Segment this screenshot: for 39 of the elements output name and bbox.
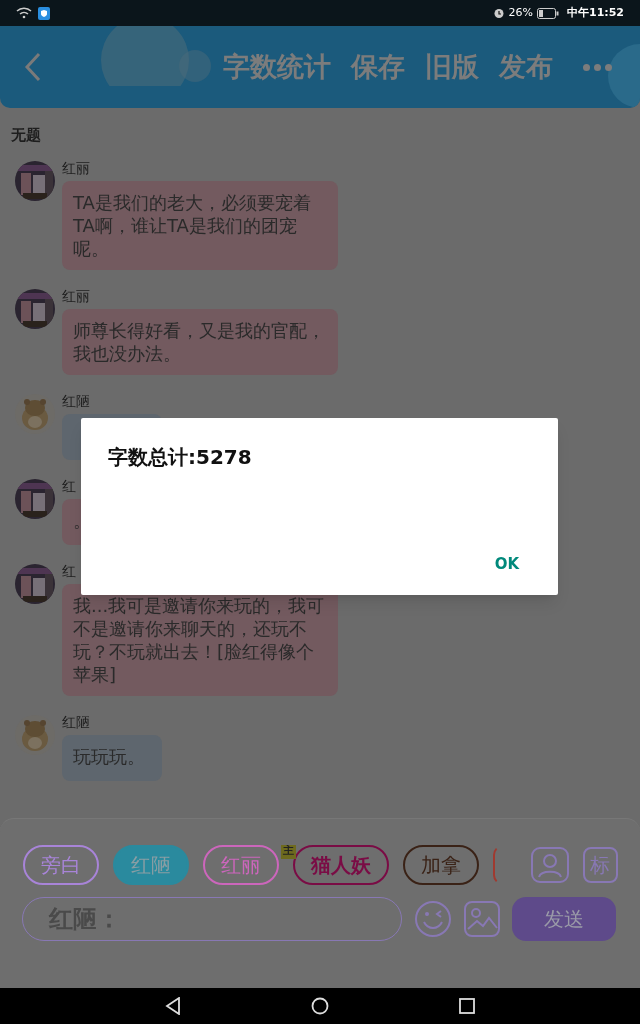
role-chip[interactable]: 加拿 [403,845,479,885]
message-bubble: 玩玩玩。 [62,734,162,781]
recent-apps-icon[interactable] [459,998,475,1014]
image-icon[interactable] [464,901,500,937]
header-action[interactable]: 旧版 [425,46,479,88]
sender-name: 红丽 [62,286,91,305]
send-button[interactable]: 发送 [512,897,616,941]
tag-button[interactable]: 标 [582,847,618,883]
clock: 中午11:52 [567,4,624,21]
role-chip[interactable]: 猫人妖 [293,845,389,885]
message-bubble: 我...我可是邀请你来玩的，我可不是邀请你来聊天的，还玩不玩？不玩就出去！[脸红得像个苹果] [62,583,338,696]
message-bubble: 师尊长得好看，又是我的官配，我也没办法。 [62,308,338,375]
sender-name: 红 [62,561,77,580]
battery-percent: 26% [508,4,533,21]
dialog-message: 字数总计:5278 [108,444,253,471]
owner-badge: 主 [281,845,296,859]
message-bubble: TA是我们的老大，必须要宠着TA啊，谁让TA是我们的团宠呢。 [62,180,338,270]
header-action[interactable]: 字数统计 [223,46,331,88]
back-button[interactable] [24,51,42,83]
battery-icon [537,7,559,19]
more-icon[interactable] [583,63,612,71]
back-icon[interactable] [165,997,181,1015]
person-icon[interactable] [530,847,569,883]
story-title: 无题 [11,125,42,146]
emoji-icon[interactable] [414,900,452,938]
role-chip[interactable]: 旁白 [23,845,99,885]
header-action[interactable]: 发布 [499,46,553,88]
shield-icon [38,6,50,20]
sender-name: 红 [62,476,77,495]
role-chip[interactable]: 红陋 [113,845,189,885]
wifi-icon [16,7,32,19]
header-action[interactable]: 保存 [351,46,405,88]
ok-button[interactable]: OK [482,548,531,579]
sender-name: 红陋 [62,391,91,410]
alarm-icon [492,7,505,19]
sender-name: 红丽 [62,158,91,177]
sender-name: 红陋 [62,712,91,731]
home-icon[interactable] [311,997,329,1015]
role-chip[interactable]: 红丽 [203,845,279,885]
